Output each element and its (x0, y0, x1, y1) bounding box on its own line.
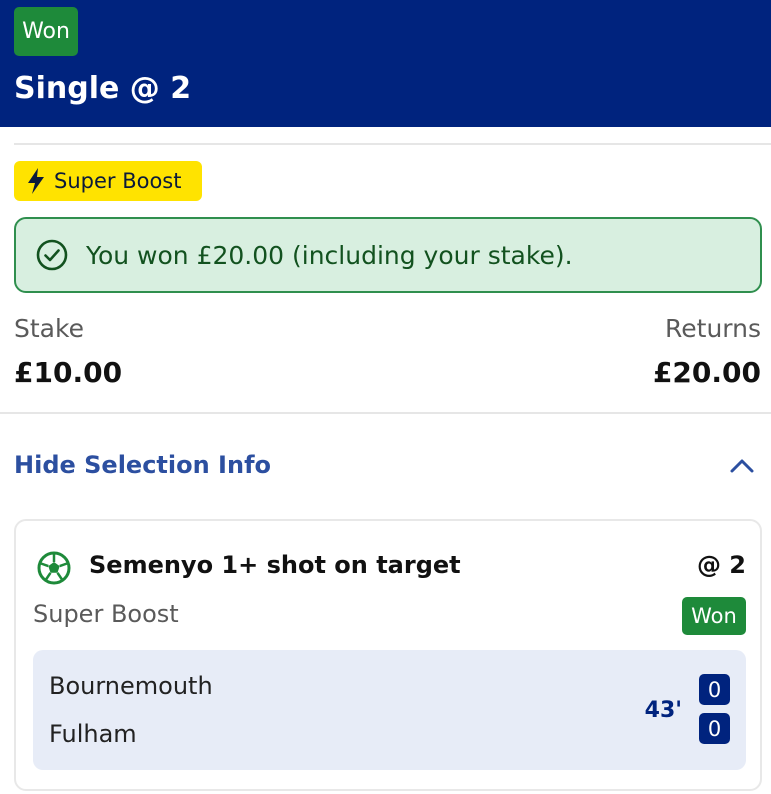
returns-label: Returns (665, 314, 761, 343)
returns-value: £20.00 (652, 356, 761, 389)
bet-title: Single @ 2 (14, 71, 192, 106)
stake-label: Stake (14, 314, 84, 343)
check-circle-icon (36, 239, 68, 271)
football-icon (37, 551, 71, 585)
away-score: 0 (699, 713, 730, 744)
stake-value: £10.00 (14, 356, 123, 389)
divider (0, 412, 771, 414)
hide-selection-info-link[interactable]: Hide Selection Info (14, 451, 271, 479)
selection-type: Super Boost (33, 600, 179, 628)
lightning-bolt-icon (28, 168, 44, 194)
selection-status-badge: Won (682, 597, 746, 635)
bet-header: Won Single @ 2 (0, 0, 771, 127)
win-message-text: You won £20.00 (including your stake). (86, 240, 573, 270)
match-score-panel[interactable]: Bournemouth Fulham 43' 0 0 (33, 650, 746, 770)
super-boost-badge: Super Boost (14, 161, 202, 201)
divider (14, 143, 771, 145)
chevron-up-icon[interactable] (729, 456, 755, 474)
selection-card: Semenyo 1+ shot on target @ 2 Super Boos… (14, 519, 762, 791)
match-time: 43' (644, 698, 682, 723)
super-boost-label: Super Boost (54, 169, 182, 193)
win-message: You won £20.00 (including your stake). (14, 217, 762, 293)
selection-name: Semenyo 1+ shot on target (89, 551, 461, 579)
selection-odds: @ 2 (696, 551, 746, 579)
home-team: Bournemouth (49, 672, 213, 700)
home-score: 0 (699, 674, 730, 705)
away-team: Fulham (49, 720, 137, 748)
status-badge: Won (14, 7, 78, 56)
